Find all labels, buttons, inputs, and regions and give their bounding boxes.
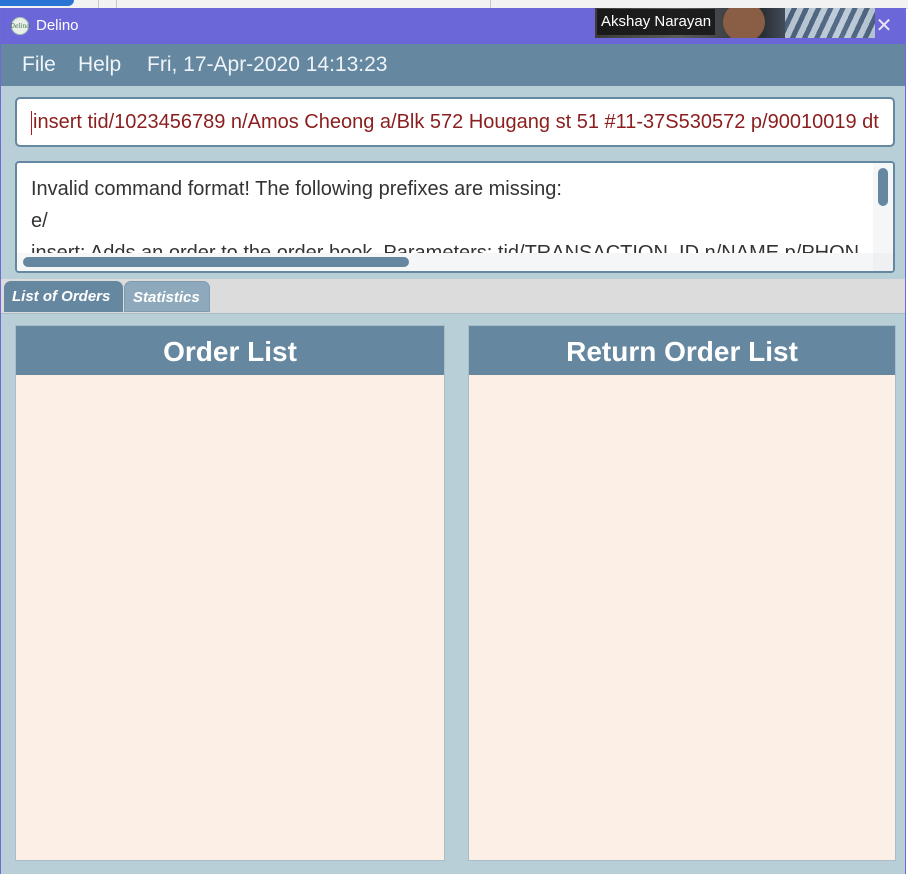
vertical-scroll-thumb[interactable]: [878, 168, 888, 206]
app-logo-icon: Delino: [10, 17, 30, 35]
desktop-divider: [490, 0, 491, 8]
current-datetime: Fri, 17-Apr-2020 14:13:23: [147, 53, 388, 76]
window-title: Delino: [36, 17, 79, 34]
tab-content: Order List Return Order List: [1, 314, 905, 874]
text-caret: [31, 111, 32, 135]
app-window: Delino Delino ✕ Akshay Narayan File Help…: [0, 8, 906, 874]
desktop-divider: [116, 0, 117, 8]
command-input[interactable]: [17, 99, 893, 145]
webcam-participant-name: Akshay Narayan: [597, 9, 716, 35]
tab-list-of-orders[interactable]: List of Orders: [4, 281, 123, 312]
return-order-list-title: Return Order List: [469, 326, 895, 375]
menu-bar: File Help Fri, 17-Apr-2020 14:13:23: [1, 44, 905, 86]
close-icon: ✕: [875, 13, 893, 37]
tab-statistics[interactable]: Statistics: [124, 281, 210, 312]
return-order-list-panel: Return Order List: [468, 325, 896, 861]
webcam-person: [723, 8, 765, 38]
webcam-overlay: Akshay Narayan: [595, 8, 875, 38]
result-display[interactable]: Invalid command format! The following pr…: [15, 161, 895, 273]
menu-help[interactable]: Help: [78, 53, 121, 77]
horizontal-scroll-thumb[interactable]: [23, 257, 409, 267]
result-horizontal-scrollbar[interactable]: [17, 253, 893, 271]
order-list-title: Order List: [16, 326, 444, 375]
command-box: [15, 97, 895, 147]
tab-bar: List of Orders Statistics: [1, 279, 905, 314]
result-vertical-scrollbar[interactable]: [873, 163, 893, 255]
desktop-taskbar-tab: [0, 0, 74, 6]
webcam-background: [785, 8, 875, 38]
desktop-divider: [98, 0, 99, 8]
order-list-panel: Order List: [15, 325, 445, 861]
close-window-button[interactable]: ✕: [873, 14, 895, 36]
scrollbar-corner: [873, 253, 893, 271]
menu-file[interactable]: File: [22, 53, 56, 77]
